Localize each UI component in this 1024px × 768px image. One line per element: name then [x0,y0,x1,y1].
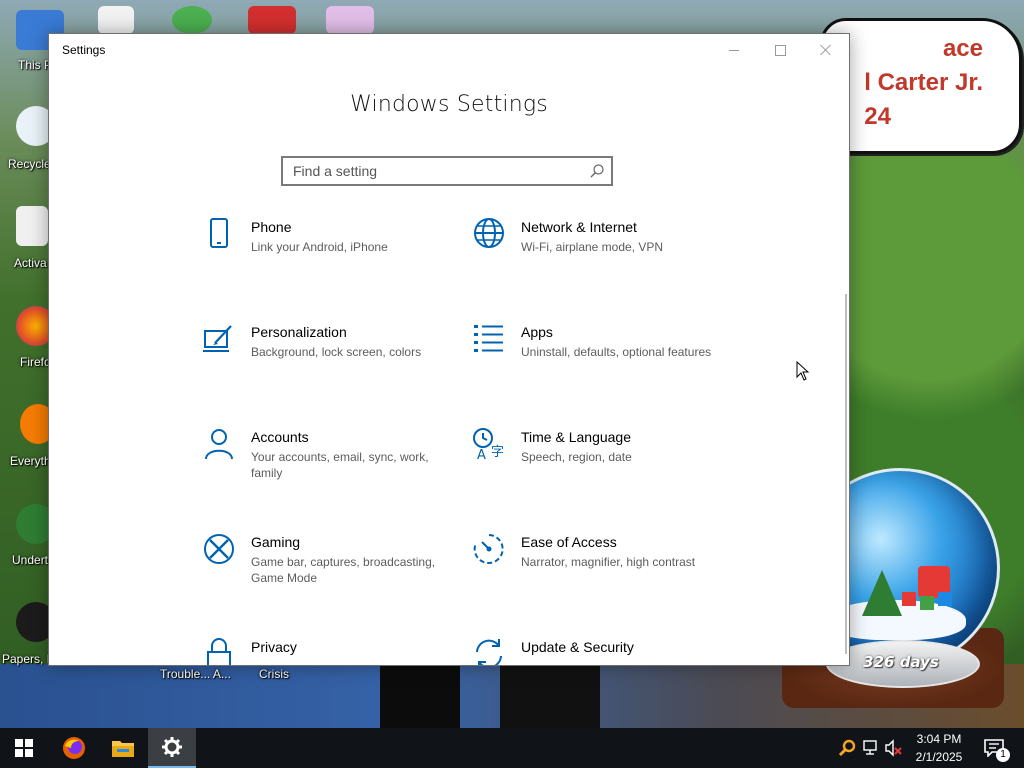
speech-bubble: ace l Carter Jr. 24 [820,18,1022,154]
tile-title: Apps [521,324,553,340]
tile-title: Personalization [251,324,347,340]
person-icon [205,429,233,460]
bubble-line: ace [942,35,983,62]
tile-privacy[interactable]: Privacy [201,636,441,665]
tile-description: Background, lock screen, colors [251,345,422,359]
desktop-icon-label[interactable]: Firefo [20,355,51,369]
gift-icon [920,596,934,610]
firefox-icon [63,737,85,759]
tile-title: Accounts [251,429,309,445]
tile-phone[interactable]: Phone Link your Android, iPhone [201,216,441,296]
desktop-icon-label[interactable]: Crisis [259,667,289,681]
tile-title: Network & Internet [521,219,637,235]
minimize-icon [729,49,739,51]
maximize-button[interactable] [757,34,803,66]
tile-gaming[interactable]: Gaming Game bar, captures, broadcasting,… [201,531,441,611]
tile-description: Link your Android, iPhone [251,240,388,254]
tile-accounts[interactable]: Accounts Your accounts, email, sync, wor… [201,426,441,506]
settings-window: Settings Windows Settings Phone Link you… [48,33,850,666]
xbox-icon [204,534,234,564]
mcdonalds-icon[interactable] [248,6,296,34]
taskbar: 3:04 PM 2/1/2025 1 [0,728,1024,768]
clock-time: 3:04 PM [916,732,962,746]
close-icon [820,44,832,56]
phone-icon [210,218,228,248]
scrollbar[interactable] [845,294,847,654]
taskbar-file-explorer[interactable] [99,728,147,768]
tile-description: Uninstall, defaults, optional features [521,345,712,359]
system-clock[interactable]: 3:04 PM 2/1/2025 [904,730,974,766]
tile-title: Phone [251,219,292,235]
tile-description: Speech, region, date [521,450,632,464]
tile-apps[interactable]: Apps Uninstall, defaults, optional featu… [471,321,711,401]
desktop-icon-label[interactable]: This P [18,58,52,72]
globe-icon [474,218,504,248]
notification-count-badge: 1 [996,748,1010,762]
file-explorer-icon [112,741,134,757]
search-input[interactable] [283,158,593,184]
svg-text:字: 字 [491,445,504,460]
desktop-icon-label[interactable]: Papers, P [2,652,55,666]
tile-title: Privacy [251,639,297,655]
sync-icon [476,639,502,665]
taskbar-firefox[interactable] [50,728,98,768]
day-counter: 326 days [863,653,939,671]
tile-title: Ease of Access [521,534,617,550]
windows-logo-icon [15,739,33,757]
tree-icon [862,570,902,616]
taskbar-settings[interactable] [148,728,196,768]
tile-title: Time & Language [521,429,631,445]
page-title: Windows Settings [350,92,548,117]
maximize-icon [774,44,786,56]
search-box[interactable] [281,156,613,186]
wallpaper-shape [500,664,600,728]
desktop-icon-label[interactable]: Trouble... A... [160,667,231,681]
time-language-icon: A 字 [473,428,504,462]
mouse-cursor-icon [796,361,810,381]
tile-time-language[interactable]: A 字 Time & Language Speech, region, date [471,426,711,506]
desktop-app-icon[interactable] [98,6,134,34]
settings-gear-icon [162,737,182,757]
clock-date: 2/1/2025 [915,750,963,764]
tile-description: Wi-Fi, airplane mode, VPN [521,240,664,254]
desktop-app-icon[interactable] [172,6,212,34]
apps-list-icon [474,325,503,352]
desktop-icon-label[interactable]: Everyth [10,454,51,468]
tile-description: Narrator, magnifier, high contrast [521,555,696,569]
bubble-line: l Carter Jr. [864,69,983,96]
search-tray-icon[interactable] [838,739,856,757]
activation-icon[interactable] [16,206,48,246]
volume-muted-icon[interactable] [884,739,902,757]
bubble-line: 24 [864,103,891,130]
network-icon[interactable] [862,739,880,757]
tile-personalization[interactable]: Personalization Background, lock screen,… [201,321,441,401]
start-button[interactable] [0,728,48,768]
window-title: Settings [62,43,106,57]
paint-icon [203,325,232,352]
tile-description: Game bar, captures, broadcasting, Game M… [251,555,436,585]
wallpaper-shape [380,664,460,728]
title-bar[interactable]: Settings [49,34,849,66]
tile-description: Your accounts, email, sync, work, family [251,450,429,480]
gift-icon [902,592,916,606]
tile-title: Gaming [251,534,301,550]
lock-icon [207,638,231,665]
desktop-icon-label[interactable]: Recycle [8,157,51,171]
ease-of-access-icon [473,534,504,564]
svg-text:A: A [477,448,486,462]
close-button[interactable] [803,34,849,66]
action-center-button[interactable]: 1 [974,728,1014,768]
tile-ease-of-access[interactable]: Ease of Access Narrator, magnifier, high… [471,531,711,611]
tile-network[interactable]: Network & Internet Wi-Fi, airplane mode,… [471,216,711,296]
minimize-button[interactable] [711,34,757,66]
gift-icon [938,592,952,606]
tile-title: Update & Security [521,639,634,655]
desktop-app-icon[interactable] [326,6,374,34]
desktop-icon-label[interactable]: Activa [14,256,47,270]
tile-update-security[interactable]: Update & Security [471,636,711,665]
search-icon[interactable] [589,163,605,179]
